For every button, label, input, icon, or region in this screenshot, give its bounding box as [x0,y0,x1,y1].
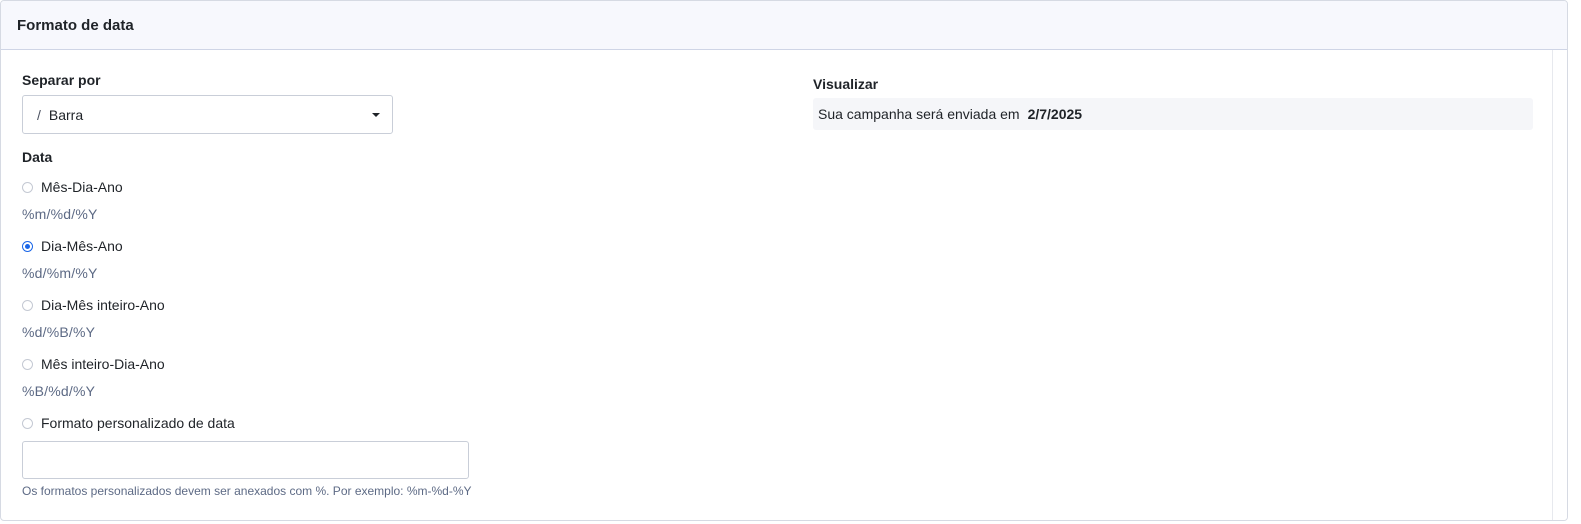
settings-column: Separar por / Barra Data Mês-Dia-Ano %m/… [22,50,782,498]
option-label: Dia-Mês inteiro-Ano [41,297,165,313]
preview-text: Sua campanha será enviada em [818,106,1020,122]
format-code: %m/%d/%Y [22,206,98,222]
custom-format-hint: Os formatos personalizados devem ser ane… [22,484,472,498]
scrollbar[interactable] [1552,50,1567,520]
option-day-month-year[interactable]: Dia-Mês-Ano [22,236,782,256]
radio-day-month-year[interactable] [22,240,33,252]
separator-select[interactable]: / Barra [22,95,393,134]
preview-column: Visualizar Sua campanha será enviada em … [813,50,1533,130]
radio-custom-format[interactable] [22,417,33,429]
separator-label: Separar por [22,72,101,88]
slash-icon: / [37,106,41,123]
date-section-label: Data [22,149,53,165]
option-day-fullmonth-year[interactable]: Dia-Mês inteiro-Ano [22,295,782,315]
option-month-day-year[interactable]: Mês-Dia-Ano [22,177,782,197]
separator-selected-value: Barra [48,106,84,123]
option-label: Dia-Mês-Ano [41,238,123,254]
format-code: %d/%B/%Y [22,324,96,340]
preview-box: Sua campanha será enviada em 2/7/2025 [813,98,1533,130]
format-code: %B/%d/%Y [22,383,96,399]
radio-day-fullmonth-year[interactable] [22,299,33,311]
date-format-panel: Formato de data Separar por / Barra Data… [0,0,1568,521]
preview-date: 2/7/2025 [1027,106,1083,122]
option-label: Mês-Dia-Ano [41,179,123,195]
radio-month-day-year[interactable] [22,181,33,193]
option-label: Formato personalizado de data [41,415,235,431]
preview-label: Visualizar [813,76,879,92]
panel-title: Formato de data [1,1,1567,50]
format-code: %d/%m/%Y [22,265,98,281]
option-custom-format[interactable]: Formato personalizado de data [22,413,782,433]
radio-fullmonth-day-year[interactable] [22,358,33,370]
option-label: Mês inteiro-Dia-Ano [41,356,165,372]
option-fullmonth-day-year[interactable]: Mês inteiro-Dia-Ano [22,354,782,374]
caret-down-icon [372,113,380,117]
custom-format-input[interactable] [22,441,469,479]
